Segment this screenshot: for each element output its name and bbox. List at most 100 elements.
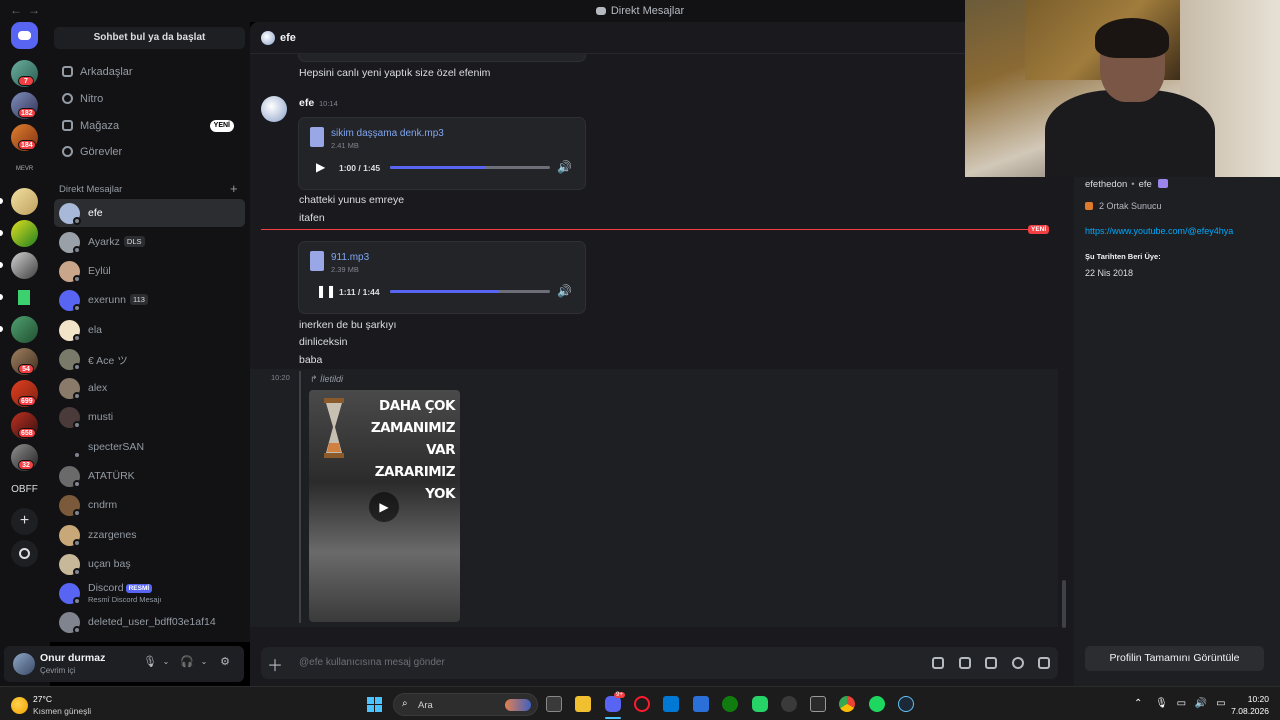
taskbar-search[interactable]: ⌕ Ara [393, 693, 538, 716]
chrome-icon[interactable] [839, 696, 855, 712]
dm-item[interactable]: ATATÜRK [54, 462, 245, 490]
microphone-icon[interactable]: 🎙 [143, 655, 157, 669]
file-explorer-icon[interactable] [575, 696, 591, 712]
server-icon[interactable] [11, 220, 38, 247]
gif-icon[interactable] [959, 657, 971, 669]
chevron-up-icon[interactable]: ⌃ [1134, 698, 1142, 709]
opera-icon[interactable] [634, 696, 650, 712]
chevron-down-icon[interactable]: ⌄ [197, 655, 211, 669]
avatar[interactable] [261, 96, 287, 122]
audio-progress-bar[interactable] [390, 166, 550, 169]
dm-item[interactable]: efe [54, 199, 245, 227]
member-since-value: 22 Nis 2018 [1085, 268, 1134, 278]
whatsapp-icon[interactable] [752, 696, 768, 712]
clock[interactable]: 10:20 7.08.2026 [1231, 693, 1269, 717]
nav-shop[interactable]: Mağaza YENİ [54, 113, 245, 139]
volume-icon[interactable]: 🔊 [557, 160, 572, 174]
message-time: 10:20 [271, 373, 290, 382]
server-icon[interactable] [11, 316, 38, 343]
discord-taskbar-icon[interactable] [605, 696, 621, 712]
mutual-servers[interactable]: 2 Ortak Sunucu [1085, 201, 1162, 211]
server-badge: 184 [18, 140, 36, 150]
find-conversation-button[interactable]: Sohbet bul ya da başlat [54, 27, 245, 49]
dm-name-wrap: alex [88, 382, 107, 394]
dm-item[interactable]: Discord RESMİ Resmî Discord Mesajı [54, 579, 245, 607]
pause-icon[interactable]: ❚❚ [316, 284, 336, 298]
profile-username: efethedon [1085, 179, 1128, 190]
profile-link[interactable]: https://www.youtube.com/@efey4hya [1085, 226, 1233, 236]
mutual-servers-text: 2 Ortak Sunucu [1099, 201, 1162, 211]
server-icon[interactable]: OBFF [11, 476, 38, 503]
sticker-icon[interactable] [985, 657, 997, 669]
nav-friends[interactable]: Arkadaşlar [54, 59, 245, 85]
dm-name: ela [88, 324, 103, 336]
video-attachment[interactable]: DAHA ÇOK ZAMANIMIZ VAR ZARARIMIZ YOK ▶ [309, 390, 460, 622]
audio-filesize: 2.41 MB [331, 141, 359, 150]
nav-quests[interactable]: Görevler [54, 139, 245, 165]
battery-icon[interactable]: ▭ [1216, 698, 1225, 709]
play-icon[interactable]: ▶ [316, 160, 325, 174]
dm-name: efe [88, 207, 103, 219]
store-icon[interactable] [693, 696, 709, 712]
gift-icon[interactable] [932, 657, 944, 669]
server-icon[interactable] [11, 188, 38, 215]
view-full-profile-button[interactable]: Profilin Tamamını Görüntüle [1085, 646, 1264, 671]
explore-icon[interactable] [11, 540, 38, 567]
username[interactable]: Onur durmaz [40, 652, 105, 664]
dm-item[interactable]: alex [54, 374, 245, 402]
dm-name-wrap: exerunn 113 [88, 294, 148, 306]
dm-item[interactable]: € Ace ツ [54, 345, 245, 373]
dm-item[interactable]: specterSAN [54, 433, 245, 461]
message-author[interactable]: efe [299, 97, 314, 109]
chevron-down-icon[interactable]: ⌄ [159, 655, 173, 669]
microphone-icon[interactable]: 🎙 [1155, 698, 1168, 709]
dm-item[interactable]: ela [54, 316, 245, 344]
dm-item[interactable]: cndrm [54, 491, 245, 519]
dm-section-header: Direkt Mesajlar [59, 184, 123, 195]
add-server-icon[interactable]: + [11, 508, 38, 535]
epic-games-icon[interactable] [810, 696, 826, 712]
dm-item[interactable]: Eylül [54, 257, 245, 285]
volume-icon[interactable]: 🔊 [557, 284, 572, 298]
settings-gear-icon[interactable]: ⚙ [218, 655, 232, 669]
emoji-icon[interactable] [1012, 657, 1024, 669]
windows-start-icon[interactable] [367, 697, 383, 713]
server-icon[interactable] [11, 284, 38, 311]
xbox-icon[interactable] [722, 696, 738, 712]
spotify-icon[interactable] [869, 696, 885, 712]
scrollbar[interactable] [1062, 580, 1066, 628]
dm-item[interactable]: Ayarkz DLS [54, 228, 245, 256]
dm-item[interactable]: exerunn 113 [54, 286, 245, 314]
volume-icon[interactable]: 🔊 [1195, 698, 1207, 709]
apps-icon[interactable] [1038, 657, 1050, 669]
display-icon[interactable]: ▭ [1177, 698, 1186, 709]
message-input[interactable]: @efe kullanıcısına mesaj gönder [299, 657, 445, 668]
audio-progress-bar[interactable] [390, 290, 550, 293]
outlook-icon[interactable] [663, 696, 679, 712]
status-indicator [73, 539, 81, 547]
dm-item[interactable]: uçan baş [54, 550, 245, 578]
nitro-badge-icon[interactable] [1157, 179, 1168, 188]
server-icon[interactable]: MEVR [11, 156, 38, 183]
dm-item[interactable]: deleted_user_bdff03e1af14 [54, 608, 245, 636]
nav-nitro[interactable]: Nitro [54, 86, 245, 112]
audio-attachment: sikim daşşama denk.mp3 2.41 MB ▶ 1:00 / … [298, 117, 586, 190]
forwarded-label: ↱ İletildi [310, 374, 343, 385]
steam-icon[interactable] [898, 696, 914, 712]
task-view-icon[interactable] [546, 696, 562, 712]
server-tag: DLS [123, 236, 145, 247]
audio-filename[interactable]: 911.mp3 [331, 252, 369, 263]
dm-item[interactable]: zzargenes [54, 521, 245, 549]
server-icon[interactable] [11, 252, 38, 279]
play-icon[interactable]: ▶ [369, 492, 399, 522]
channel-name[interactable]: efe [280, 32, 296, 44]
app-icon[interactable] [781, 696, 797, 712]
headphones-icon[interactable]: 🎧 [180, 655, 194, 669]
create-dm-icon[interactable]: + [230, 181, 238, 196]
avatar[interactable] [261, 31, 275, 45]
dm-item[interactable]: musti [54, 403, 245, 431]
avatar[interactable] [13, 653, 35, 675]
home-button[interactable] [11, 22, 38, 49]
audio-filename[interactable]: sikim daşşama denk.mp3 [331, 128, 444, 139]
attach-plus-icon[interactable]: ＋ [267, 652, 283, 676]
